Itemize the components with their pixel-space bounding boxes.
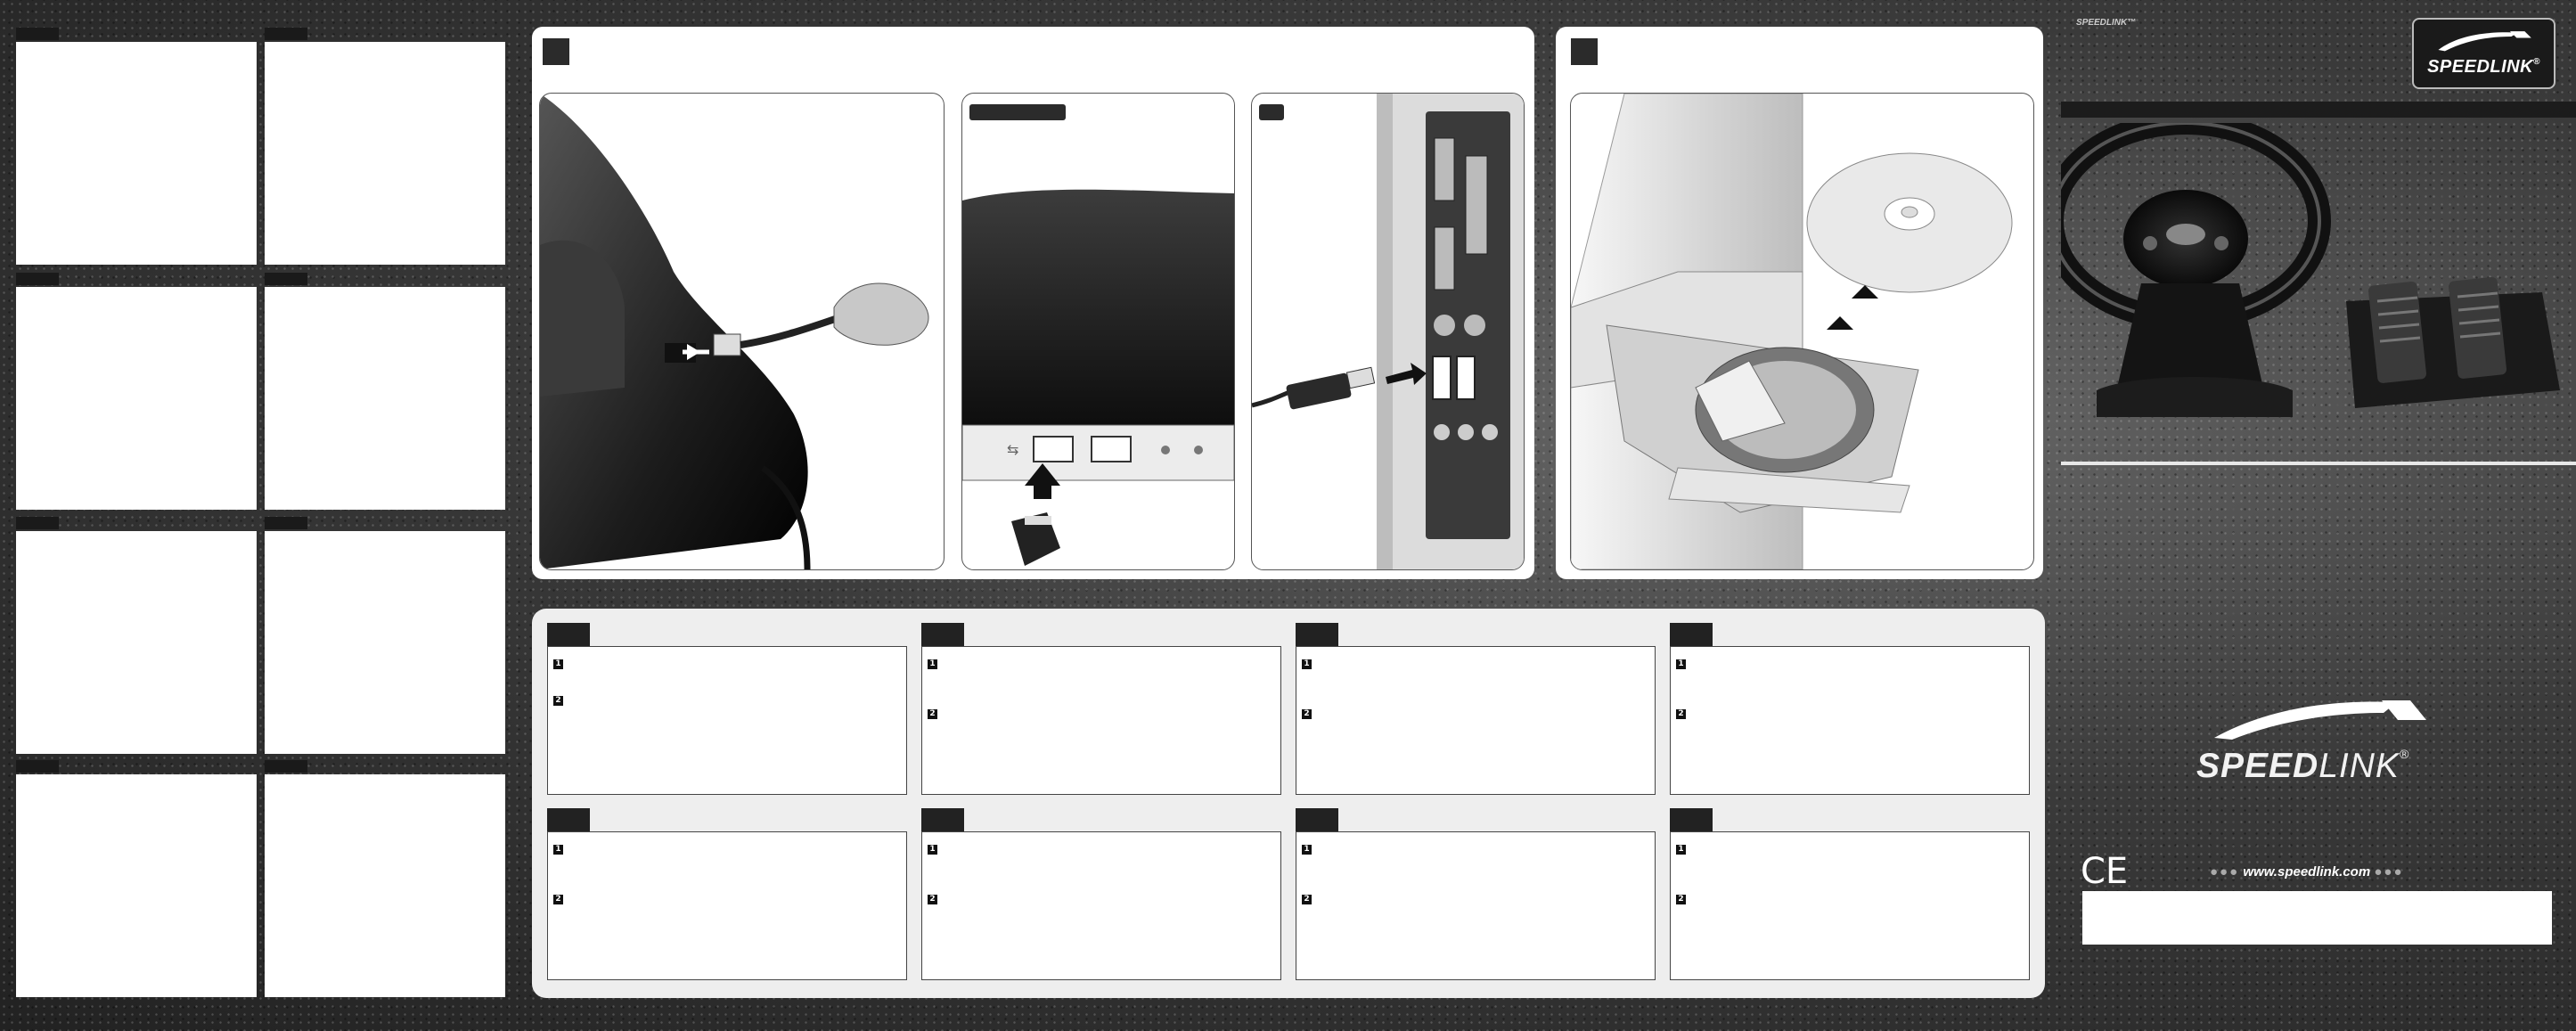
language-card [16, 531, 257, 754]
instruction-tab [921, 808, 964, 831]
language-card [265, 42, 505, 265]
card-tab [16, 28, 59, 40]
language-card [265, 287, 505, 510]
step-2-badge: 2 [928, 895, 937, 904]
instruction-tab [547, 808, 590, 831]
step-2-badge: 2 [553, 696, 563, 706]
product-title-bar [2061, 102, 2576, 118]
card-tab [16, 273, 59, 285]
instruction-box: 1 2 [921, 646, 1281, 795]
step-number-box [543, 38, 569, 65]
step-1-badge: 1 [928, 659, 937, 669]
svg-text:⇆: ⇆ [1007, 441, 1018, 458]
speedlink-swoosh-logo-icon [2214, 700, 2426, 740]
brand-badge-label: SPEEDLINK® [2427, 57, 2540, 77]
console-usb-illustration: ⇆ [961, 93, 1235, 570]
instruction-tab [1670, 808, 1713, 831]
step-2-badge: 2 [1676, 895, 1686, 904]
step-1-badge: 1 [553, 659, 563, 669]
instructions-panel: 1 2 1 2 1 2 1 2 1 2 1 2 1 2 1 2 [532, 609, 2045, 998]
card-tab [16, 517, 59, 529]
website-url[interactable]: ●●● www.speedlink.com ●●● [2210, 864, 2404, 880]
instruction-box: 1 2 [1670, 831, 2030, 980]
instruction-tab [921, 623, 964, 646]
top-brand-mini: SPEEDLINK™ [2076, 18, 2137, 28]
instruction-tab [1670, 623, 1713, 646]
step-1-badge: 1 [1302, 659, 1312, 669]
language-card [265, 531, 505, 754]
step-1-badge: 1 [928, 845, 937, 855]
step-2-badge: 2 [1302, 709, 1312, 719]
step-2-badge: 2 [1302, 895, 1312, 904]
step-2-badge: 2 [553, 895, 563, 904]
instruction-box: 1 2 [921, 831, 1281, 980]
pc-usb-illustration [1251, 93, 1525, 570]
instruction-tab [1296, 808, 1338, 831]
pedal-cable-illustration [539, 93, 945, 570]
cd-install-illustration [1570, 93, 2034, 570]
step-1-badge: 1 [1676, 659, 1686, 669]
step-1-badge: 1 [553, 845, 563, 855]
language-card [16, 287, 257, 510]
instruction-box: 1 2 [547, 831, 907, 980]
ce-mark-icon: CE [2081, 851, 2129, 892]
install-panel [1556, 27, 2043, 579]
speedlink-wordmark: SPEEDLINK® [2196, 747, 2410, 785]
instruction-tab [1296, 623, 1338, 646]
language-card [16, 42, 257, 265]
instruction-box: 1 2 [1296, 831, 1656, 980]
card-tab [265, 273, 307, 285]
step-2-badge: 2 [1676, 709, 1686, 719]
instruction-box: 1 2 [547, 646, 907, 795]
card-tab [265, 517, 307, 529]
instruction-tab [547, 623, 590, 646]
step-1-badge: 1 [1302, 845, 1312, 855]
product-divider [2061, 462, 2576, 465]
instruction-box: 1 2 [1670, 646, 2030, 795]
connection-panel: ⇆ [532, 27, 1534, 579]
instruction-box: 1 2 [1296, 646, 1656, 795]
card-tab [265, 760, 307, 773]
pc-label-bar [1259, 104, 1284, 120]
language-card [16, 774, 257, 997]
brand-badge: SPEEDLINK® [2412, 18, 2556, 89]
language-card [265, 774, 505, 997]
step-number-box [1571, 38, 1598, 65]
console-label-bar [969, 104, 1066, 120]
racing-wheel-product-image [2061, 123, 2560, 417]
card-tab [16, 760, 59, 773]
step-1-badge: 1 [1676, 845, 1686, 855]
step-2-badge: 2 [928, 709, 937, 719]
info-box [2082, 891, 2552, 945]
card-tab [265, 28, 307, 40]
speedlink-swoosh-icon [2438, 31, 2531, 52]
